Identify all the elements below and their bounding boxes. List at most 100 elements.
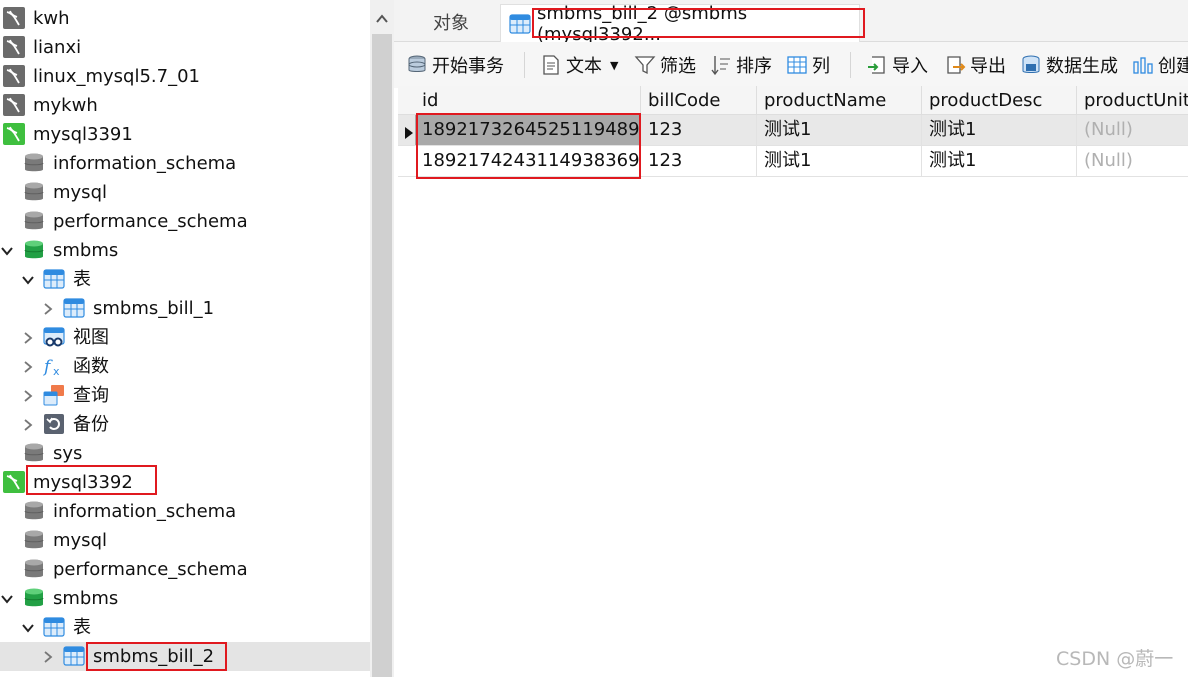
- sort-icon: [710, 54, 732, 76]
- export-label: 导出: [970, 56, 1006, 77]
- filter-icon: [634, 54, 656, 76]
- tree-item-linux_mysql57_01[interactable]: linux_mysql5.7_01: [0, 62, 370, 91]
- mysql-connection-closed-icon: [3, 36, 25, 58]
- chevron-down-icon[interactable]: [21, 273, 35, 287]
- text-label: 文本: [566, 56, 602, 77]
- chevron-right-icon[interactable]: [21, 331, 35, 345]
- document-icon: [540, 54, 562, 76]
- chevron-right-icon[interactable]: [41, 650, 55, 664]
- cell-billcode[interactable]: 123: [641, 115, 757, 145]
- create-label: 创建: [1158, 56, 1188, 77]
- cell-productunit[interactable]: (Null): [1077, 115, 1188, 145]
- tree-item-label: kwh: [33, 8, 70, 29]
- table-icon: [509, 13, 531, 35]
- mysql-connection-open-icon: [3, 123, 25, 145]
- current-row-marker-icon: [404, 124, 414, 139]
- cell-id[interactable]: 1892174243114938369: [415, 146, 641, 176]
- tree-item-label: information_schema: [53, 153, 237, 174]
- generate-data-button[interactable]: 数据生成: [1020, 50, 1118, 80]
- cell-id[interactable]: 1892173264525119489: [415, 115, 641, 145]
- tree-item-lianxi[interactable]: lianxi: [0, 33, 370, 62]
- cell-productdesc[interactable]: 测试1: [922, 115, 1077, 145]
- chevron-right-icon[interactable]: [41, 302, 55, 316]
- tree-item-label: 表: [73, 269, 91, 290]
- column-header-productname[interactable]: productName: [757, 86, 922, 115]
- column-header-productdesc[interactable]: productDesc: [922, 86, 1077, 115]
- chevron-right-icon[interactable]: [21, 418, 35, 432]
- tree-item-label: 函数: [73, 356, 109, 377]
- tree-item-smbms[interactable]: smbms: [0, 236, 370, 265]
- chevron-down-icon[interactable]: [0, 592, 14, 606]
- svg-text:f: f: [43, 357, 53, 377]
- functions-icon: fx: [43, 355, 65, 377]
- tree-item-kwh[interactable]: kwh: [0, 4, 370, 33]
- database-icon: [23, 152, 45, 174]
- column-header-productunit[interactable]: productUnit: [1077, 86, 1188, 115]
- tree-item-[interactable]: 备份: [0, 410, 370, 439]
- tree-item-mysql3392[interactable]: mysql3392: [0, 468, 370, 497]
- tree-item-smbms[interactable]: smbms: [0, 584, 370, 613]
- tree-item-smbms_bill_1[interactable]: smbms_bill_1: [0, 294, 370, 323]
- tree-item-mysql[interactable]: mysql: [0, 526, 370, 555]
- tree-item-information_schema[interactable]: information_schema: [0, 497, 370, 526]
- chevron-right-icon[interactable]: [21, 360, 35, 374]
- table-row[interactable]: 1892174243114938369 123 测试1 测试1 (Null): [398, 146, 1188, 177]
- chevron-right-icon[interactable]: [21, 389, 35, 403]
- tab-objects[interactable]: 对象: [401, 4, 501, 40]
- text-button[interactable]: 文本 ▼: [540, 50, 618, 80]
- cell-productdesc[interactable]: 测试1: [922, 146, 1077, 176]
- filter-button[interactable]: 筛选: [634, 50, 696, 80]
- export-button[interactable]: 导出: [944, 50, 1006, 80]
- cell-productunit[interactable]: (Null): [1077, 146, 1188, 176]
- dropdown-arrow-icon: ▼: [610, 58, 619, 72]
- tree-item-[interactable]: 表: [0, 265, 370, 294]
- create-button[interactable]: 创建: [1132, 50, 1188, 80]
- import-label: 导入: [892, 56, 928, 77]
- tree-item-sys[interactable]: sys: [0, 439, 370, 468]
- tree-item-label: smbms_bill_2: [93, 646, 215, 667]
- tab-table-smbms-bill-2[interactable]: smbms_bill_2 @smbms (mysql3392...: [500, 3, 860, 45]
- tree-item-label: performance_schema: [53, 211, 248, 232]
- toolbar-separator: [850, 52, 851, 78]
- tree-item-[interactable]: 查询: [0, 381, 370, 410]
- tab-objects-label: 对象: [433, 13, 469, 34]
- mysql-connection-open-icon: [3, 471, 25, 493]
- column-header-id[interactable]: id: [415, 86, 641, 115]
- tree-item-[interactable]: 视图: [0, 323, 370, 352]
- database-icon: [23, 210, 45, 232]
- tables-folder-icon: [43, 616, 65, 638]
- sort-button[interactable]: 排序: [710, 50, 772, 80]
- tree-item-information_schema[interactable]: information_schema: [0, 149, 370, 178]
- column-header-billcode[interactable]: billCode: [641, 86, 757, 115]
- import-button[interactable]: 导入: [866, 50, 928, 80]
- tree-item-label: mysql3392: [33, 472, 133, 493]
- generate-data-icon: [1020, 54, 1042, 76]
- tree-item-mysql[interactable]: mysql: [0, 178, 370, 207]
- chevron-down-icon[interactable]: [0, 244, 14, 258]
- cell-productname[interactable]: 测试1: [757, 146, 922, 176]
- scroll-up-icon[interactable]: [375, 10, 389, 23]
- filter-label: 筛选: [660, 56, 696, 77]
- tree-item-[interactable]: f x 函数: [0, 352, 370, 381]
- tree-item-mykwh[interactable]: mykwh: [0, 91, 370, 120]
- tree-item-label: 视图: [73, 327, 109, 348]
- tree-item-[interactable]: 表: [0, 613, 370, 642]
- columns-button[interactable]: 列: [786, 50, 830, 80]
- toolbar: 开始事务 文本 ▼ 筛选 排序 列 导入 导出 数据生成 创建: [394, 42, 1188, 88]
- table-row[interactable]: 1892173264525119489 123 测试1 测试1 (Null): [398, 115, 1188, 146]
- nav-scrollbar-thumb[interactable]: [372, 34, 392, 677]
- tree-item-performance_schema[interactable]: performance_schema: [0, 207, 370, 236]
- tree-item-mysql3391[interactable]: mysql3391: [0, 120, 370, 149]
- tree-item-label: smbms: [53, 588, 119, 609]
- tree-item-label: 查询: [73, 385, 109, 406]
- begin-transaction-button[interactable]: 开始事务: [406, 50, 504, 80]
- cell-productname[interactable]: 测试1: [757, 115, 922, 145]
- database-icon: [23, 442, 45, 464]
- tree-item-smbms_bill_2[interactable]: smbms_bill_2: [0, 642, 370, 671]
- sort-label: 排序: [736, 56, 772, 77]
- chevron-down-icon[interactable]: [21, 621, 35, 635]
- cell-billcode[interactable]: 123: [641, 146, 757, 176]
- database-icon: [23, 500, 45, 522]
- tree-item-performance_schema[interactable]: performance_schema: [0, 555, 370, 584]
- tree-item-label: performance_schema: [53, 559, 248, 580]
